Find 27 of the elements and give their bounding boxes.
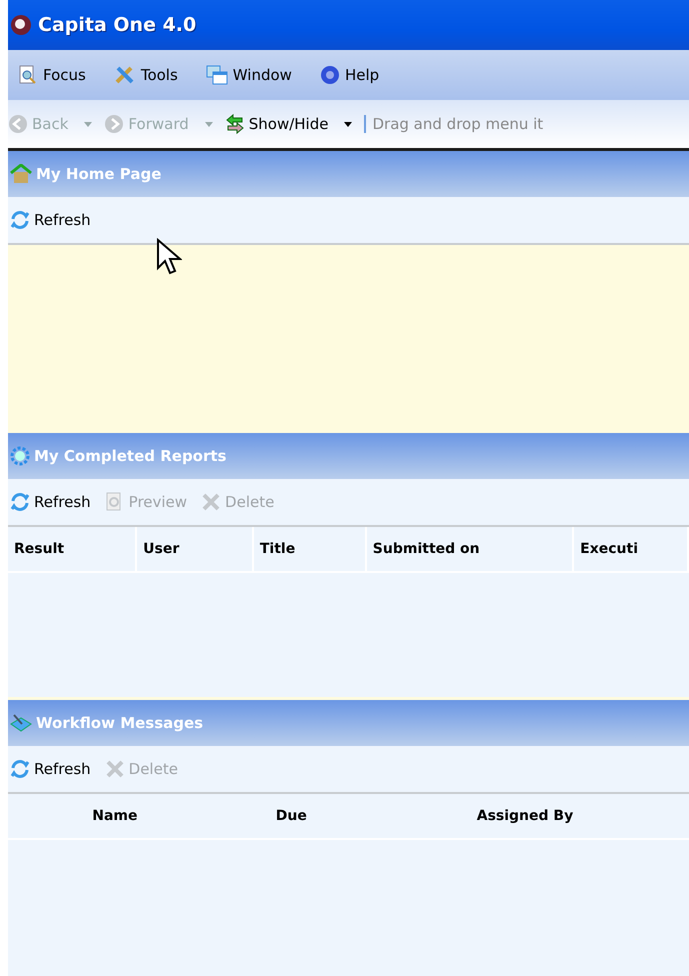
app-logo-icon: [10, 14, 32, 36]
magnifier-page-icon: [18, 65, 38, 85]
delete-icon: [104, 759, 125, 779]
menu-item[interactable]: Help: [320, 65, 380, 85]
refresh-button[interactable]: Refresh: [10, 210, 91, 230]
panel-title: My Completed Reports: [34, 447, 226, 465]
help-icon: [320, 65, 340, 85]
window-title: Capita One 4.0: [38, 14, 196, 36]
swap-arrows-icon: [224, 113, 245, 135]
gear-icon: [10, 446, 30, 466]
menu-item[interactable]: Tools: [114, 65, 178, 85]
refresh-button[interactable]: Refresh: [10, 759, 91, 779]
panel-title: My Home Page: [36, 165, 162, 183]
windows-icon: [206, 65, 228, 85]
menu-item[interactable]: Focus: [18, 65, 86, 85]
panel-title: Workflow Messages: [36, 714, 204, 732]
toolbar-hint: Drag and drop menu it: [364, 115, 544, 133]
refresh-icon: [10, 759, 30, 779]
refresh-button[interactable]: Refresh: [10, 492, 91, 512]
pen-tray-icon: [10, 713, 32, 733]
refresh-icon: [10, 492, 30, 512]
show-hide-button[interactable]: Show/Hide: [224, 113, 364, 135]
menu-item[interactable]: Window: [206, 65, 292, 85]
delete-icon: [201, 492, 222, 512]
tools-icon: [114, 65, 136, 85]
refresh-icon: [10, 210, 30, 230]
house-icon: [10, 164, 32, 184]
